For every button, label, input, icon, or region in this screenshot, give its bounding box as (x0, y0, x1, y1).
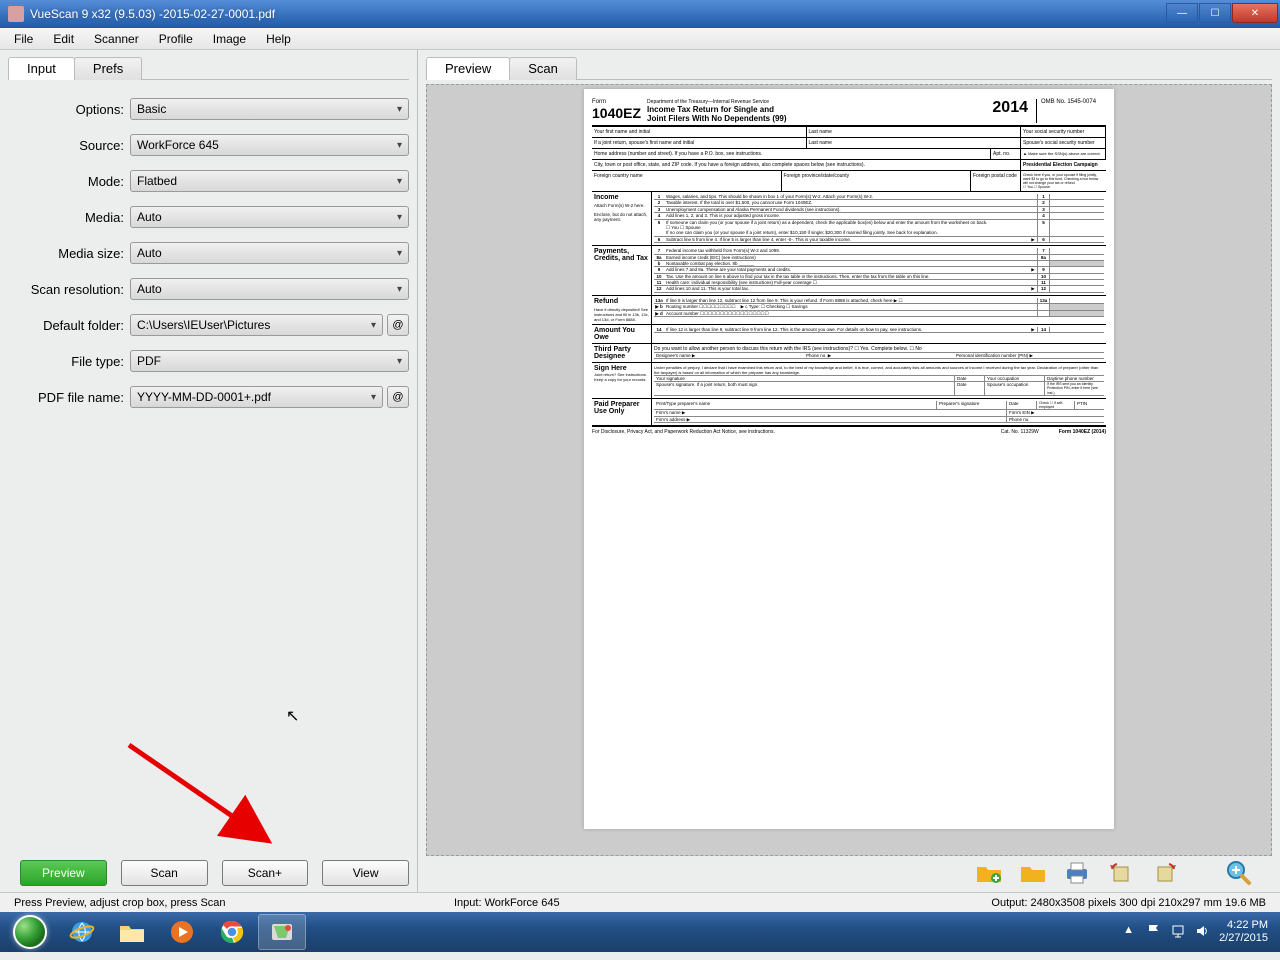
doc-catno: Cat. No. 11329W (1001, 429, 1039, 435)
doc-title1: Income Tax Return for Single and (647, 105, 774, 114)
label-pdf-file-name: PDF file name: (8, 390, 130, 405)
window-titlebar: VueScan 9 x32 (9.5.03) -2015-02-27-0001.… (0, 0, 1280, 28)
pdf-file-name-at-button[interactable]: @ (387, 386, 409, 408)
taskbar-chrome-icon[interactable] (208, 914, 256, 950)
doc-first-name: Your first name and initial (592, 127, 807, 137)
tab-scan[interactable]: Scan (509, 57, 577, 80)
folder-icon[interactable] (1020, 860, 1046, 886)
label-default-folder: Default folder: (8, 318, 130, 333)
dropdown-pdf-file-name[interactable]: YYYY-MM-DD-0001+.pdf (130, 386, 383, 408)
doc-fc: Foreign country name (592, 171, 782, 191)
doc-sect-third: Third Party Designee (592, 344, 652, 362)
dropdown-file-type[interactable]: PDF (130, 350, 409, 372)
zoom-in-icon[interactable] (1226, 860, 1252, 886)
folder-add-icon[interactable] (976, 860, 1002, 886)
doc-year: 2014 (984, 99, 1036, 123)
dropdown-default-folder[interactable]: C:\Users\IEUser\Pictures (130, 314, 383, 336)
tray-date: 2/27/2015 (1219, 932, 1268, 945)
label-mode: Mode: (8, 174, 130, 189)
doc-pres-text: Check here if you, or your spouse if fil… (1023, 173, 1098, 185)
doc-omb: OMB No. 1545-0074 (1036, 99, 1106, 123)
doc-apt: Apt. no. (991, 149, 1021, 159)
taskbar-ie-icon[interactable] (58, 914, 106, 950)
rotate-left-icon[interactable] (1108, 860, 1134, 886)
tray-clock[interactable]: 4:22 PM2/27/2015 (1219, 919, 1268, 945)
label-media-size: Media size: (8, 246, 130, 261)
menu-help[interactable]: Help (256, 30, 301, 48)
window-title: VueScan 9 x32 (9.5.03) -2015-02-27-0001.… (30, 7, 1165, 21)
doc-form-number: 1040EZ (592, 105, 641, 121)
doc-ssn-note: ▲ Make sure the SSN(s) above are correct… (1021, 149, 1106, 159)
tray-chevron-icon[interactable]: ▲ (1123, 924, 1139, 940)
view-button[interactable]: View (322, 860, 409, 886)
tray-network-icon[interactable] (1171, 924, 1187, 940)
doc-sect-refund: Refund (594, 298, 618, 305)
doc-sp-last: Last name (807, 138, 1022, 148)
label-scan-resolution: Scan resolution: (8, 282, 130, 297)
doc-sp-first: If a joint return, spouse's first name a… (592, 138, 807, 148)
menu-scanner[interactable]: Scanner (84, 30, 149, 48)
doc-footer: For Disclosure, Privacy Act, and Paperwo… (592, 429, 775, 435)
menu-profile[interactable]: Profile (149, 30, 203, 48)
doc-sect-paid: Paid Preparer Use Only (592, 399, 652, 425)
close-button[interactable]: ✕ (1232, 3, 1278, 23)
tab-prefs[interactable]: Prefs (74, 57, 142, 80)
doc-last-name: Last name (807, 127, 1022, 137)
doc-sp-ssn: Spouse's social security number (1021, 138, 1106, 148)
dropdown-scan-resolution[interactable]: Auto (130, 278, 409, 300)
dropdown-mode[interactable]: Flatbed (130, 170, 409, 192)
doc-city: City, town or post office, state, and ZI… (592, 160, 1021, 170)
status-mid: Input: WorkForce 645 (446, 897, 568, 909)
rotate-right-icon[interactable] (1152, 860, 1178, 886)
tray-flag-icon[interactable] (1147, 924, 1163, 940)
doc-fpc: Foreign postal code (971, 171, 1021, 191)
doc-formfoot: Form 1040EZ (2014) (1059, 429, 1106, 435)
taskbar-vuescan-icon[interactable] (258, 914, 306, 950)
status-bar: Press Preview, adjust crop box, press Sc… (0, 892, 1280, 912)
doc-sect-income: Income (594, 194, 619, 201)
start-button[interactable] (4, 913, 56, 951)
app-icon (8, 6, 24, 22)
doc-fp: Foreign province/state/county (782, 171, 972, 191)
tray-volume-icon[interactable] (1195, 924, 1211, 940)
doc-pres-hdr: Presidential Election Campaign (1023, 162, 1098, 168)
label-media: Media: (8, 210, 130, 225)
tray-time: 4:22 PM (1219, 919, 1268, 932)
menu-image[interactable]: Image (203, 30, 256, 48)
right-panel: Preview Scan Form1040EZ Department of th… (418, 50, 1280, 892)
printer-icon[interactable] (1064, 860, 1090, 886)
dropdown-media-size[interactable]: Auto (130, 242, 409, 264)
menu-bar: File Edit Scanner Profile Image Help (0, 28, 1280, 50)
taskbar: ▲ 4:22 PM2/27/2015 (0, 912, 1280, 952)
label-file-type: File type: (8, 354, 130, 369)
doc-sect-payments: Payments, Credits, and Tax (592, 246, 652, 295)
minimize-button[interactable]: — (1166, 3, 1198, 23)
taskbar-explorer-icon[interactable] (108, 914, 156, 950)
maximize-button[interactable]: ☐ (1199, 3, 1231, 23)
menu-file[interactable]: File (4, 30, 43, 48)
taskbar-media-icon[interactable] (158, 914, 206, 950)
preview-area[interactable]: Form1040EZ Department of the Treasury—In… (426, 84, 1272, 856)
doc-title2: Joint Filers With No Dependents (99) (647, 114, 787, 123)
dropdown-media[interactable]: Auto (130, 206, 409, 228)
preview-button[interactable]: Preview (20, 860, 107, 886)
dropdown-options[interactable]: Basic (130, 98, 409, 120)
scanned-document: Form1040EZ Department of the Treasury—In… (584, 89, 1114, 829)
label-options: Options: (8, 102, 130, 117)
scanplus-button[interactable]: Scan+ (222, 860, 309, 886)
scan-button[interactable]: Scan (121, 860, 208, 886)
tab-preview[interactable]: Preview (426, 57, 510, 80)
left-panel: Input Prefs Options:Basic Source:WorkFor… (0, 50, 418, 892)
label-source: Source: (8, 138, 130, 153)
doc-sect-sign: Sign Here (594, 365, 627, 372)
status-left: Press Preview, adjust crop box, press Sc… (6, 897, 234, 909)
menu-edit[interactable]: Edit (43, 30, 84, 48)
doc-ssn: Your social security number (1021, 127, 1106, 137)
default-folder-at-button[interactable]: @ (387, 314, 409, 336)
dropdown-source[interactable]: WorkForce 645 (130, 134, 409, 156)
doc-sect-owe: Amount You Owe (592, 325, 652, 343)
tab-input[interactable]: Input (8, 57, 75, 80)
doc-addr: Home address (number and street). If you… (592, 149, 991, 159)
status-right: Output: 2480x3508 pixels 300 dpi 210x297… (983, 897, 1274, 909)
